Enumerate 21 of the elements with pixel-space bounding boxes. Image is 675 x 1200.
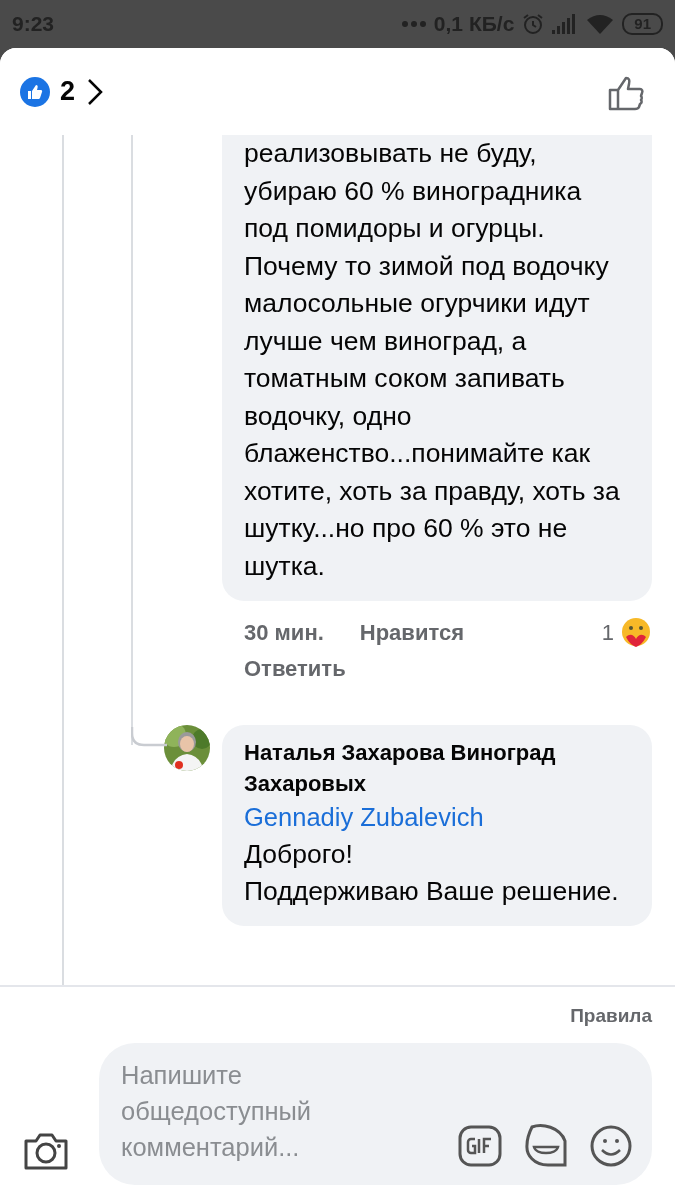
comment-time: 30 мин. [244,619,324,647]
author-name[interactable]: Наталья Захарова Виноград Захаровых [244,737,634,799]
wifi-icon [586,14,615,34]
mention-link[interactable]: Gennadiy Zubalevich [244,799,634,836]
comment-text: реализовывать не буду, убираю 60 % виноградника под помидоры и огурцы. Почему то зимой под водочку малосольные огурчики идут лучше чем виноград, а томатным соком запивать водочку, одно блаженство...понимайте как хотите, хоть за правду, хоть за шутку...но про 60 % это не шутка. [244,137,621,583]
reply-text: Поддерживаю Ваше решение. [244,875,620,908]
comment-input[interactable]: Напишите общедоступный комментарий... [99,1043,652,1185]
like-link[interactable]: Нравится [359,615,464,651]
alarm-icon [522,13,545,35]
thread-connector [131,727,167,747]
reaction-count[interactable]: 1 [601,615,614,651]
sticker-icon[interactable] [524,1123,568,1167]
reply-link[interactable]: Ответить [244,651,464,687]
hug-emoji-icon[interactable] [620,617,652,649]
like-icon [20,76,50,107]
rules-link[interactable]: Правила [570,1005,652,1027]
like-count[interactable]: 2 [60,76,76,107]
reply-text: Доброго! [244,838,354,871]
more-icon [401,21,426,27]
gif-icon[interactable] [458,1125,502,1167]
emoji-icon[interactable] [590,1125,632,1167]
